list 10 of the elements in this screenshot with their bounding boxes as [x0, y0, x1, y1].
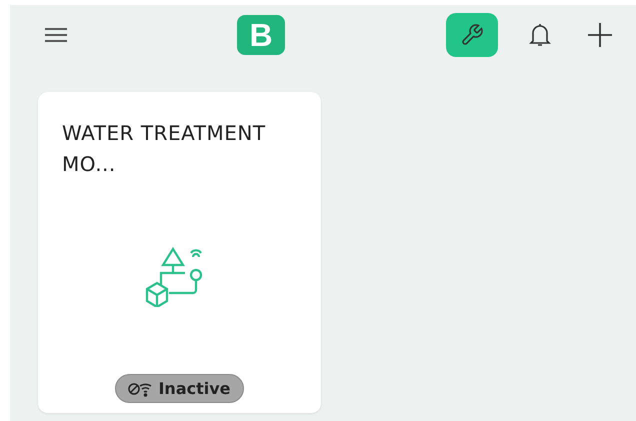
device-card[interactable]: WATER TREATMENT MO... Inactive	[38, 92, 321, 413]
wrench-icon	[460, 23, 484, 47]
bell-icon	[528, 22, 552, 48]
device-title: WATER TREATMENT MO...	[62, 120, 267, 178]
wifi-off-icon	[128, 380, 152, 396]
plus-icon	[587, 22, 613, 48]
app-logo: B	[237, 15, 285, 55]
wrench-button[interactable]	[446, 13, 498, 57]
menu-icon	[44, 27, 68, 43]
status-badge: Inactive	[115, 374, 244, 403]
